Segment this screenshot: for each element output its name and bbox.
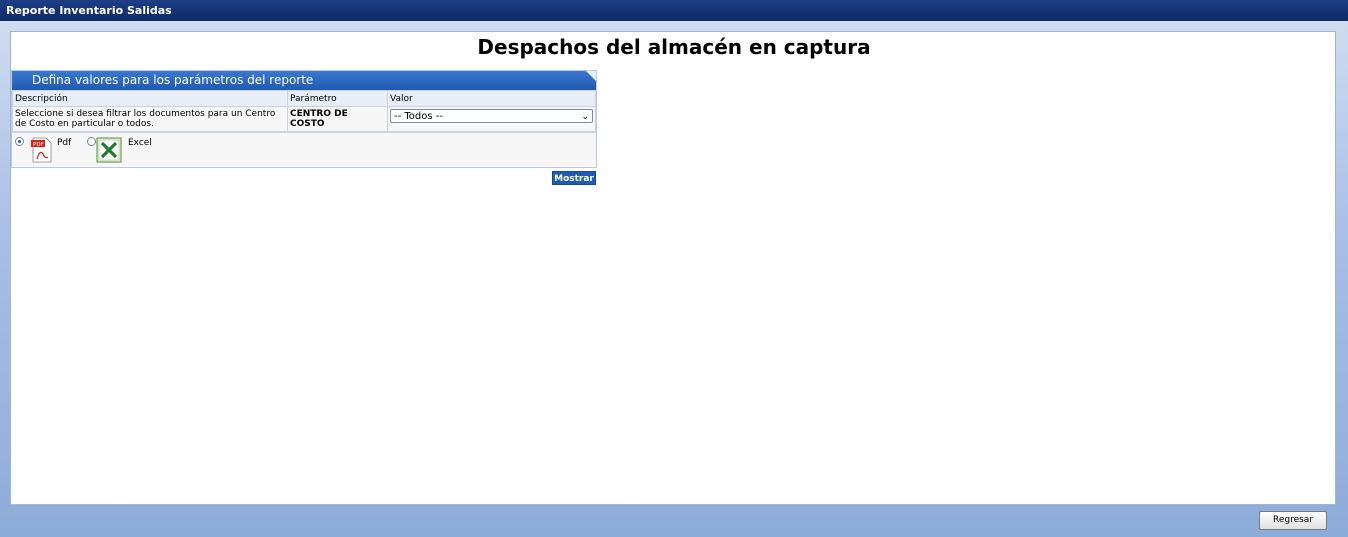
main-panel: Despachos del almacén en captura Defina … [10,31,1336,505]
pdf-radio[interactable] [15,137,24,146]
window-title: Reporte Inventario Salidas [6,4,172,17]
pdf-icon: PDF [31,137,52,163]
row-value-cell: -- Todos -- ⌄ [387,106,596,132]
parameters-table: Descripción Parámetro Valor Seleccione s… [12,90,596,132]
corner-fold-icon [586,71,596,81]
row-parameter: CENTRO DE COSTO [287,106,388,132]
window-title-bar: Reporte Inventario Salidas [0,0,1348,21]
excel-label: Excel [128,138,152,148]
table-header-row: Descripción Parámetro Valor [12,90,596,107]
regresar-button[interactable]: Regresar [1259,511,1327,530]
svg-text:PDF: PDF [33,142,44,148]
column-header-parametro: Parámetro [287,90,388,107]
column-header-valor: Valor [387,90,596,107]
format-selector: PDF Pdf Excel [12,132,596,167]
parameters-header: Defina valores para los parámetros del r… [12,71,596,90]
select-value: -- Todos -- [394,111,443,122]
pdf-label: Pdf [57,138,72,148]
table-row: Seleccione si desea filtrar los document… [12,106,596,132]
centro-de-costo-select[interactable]: -- Todos -- ⌄ [390,109,593,123]
parameters-header-label: Defina valores para los parámetros del r… [32,73,314,87]
excel-icon [96,137,122,163]
page-title: Despachos del almacén en captura [477,35,871,59]
excel-radio[interactable] [87,137,96,146]
parameters-box: Defina valores para los parámetros del r… [11,70,597,168]
chevron-down-icon: ⌄ [581,112,589,122]
column-header-descripcion: Descripción [12,90,288,107]
row-description: Seleccione si desea filtrar los document… [12,106,288,132]
mostrar-button[interactable]: Mostrar [552,171,596,185]
